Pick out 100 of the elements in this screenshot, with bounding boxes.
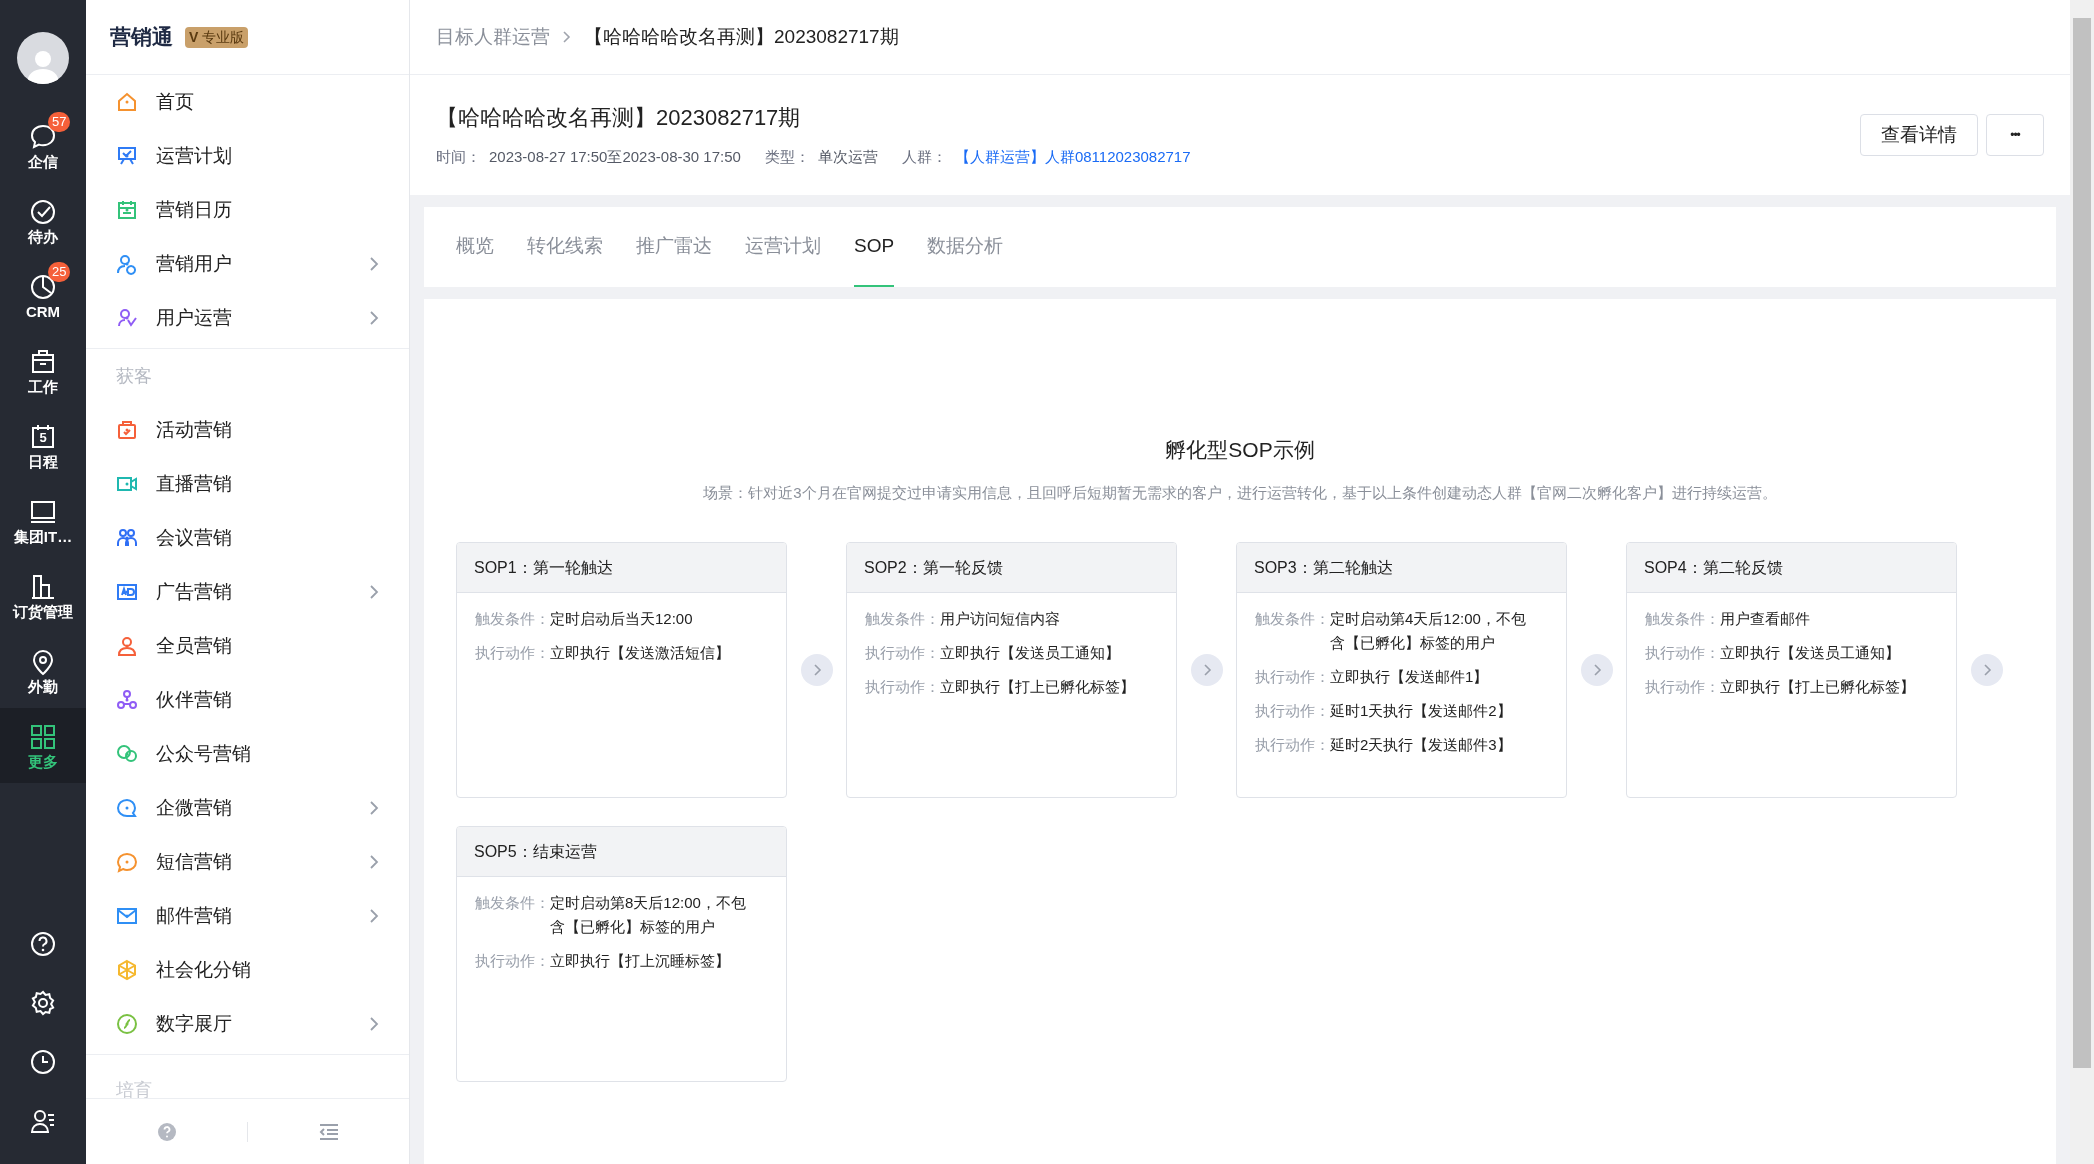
menu-item[interactable]: 伙伴营销 (86, 673, 409, 727)
calendar-icon (29, 422, 57, 451)
breadcrumb-current: 【哈哈哈哈改名再测】2023082717期 (584, 24, 899, 49)
rail-label: 外勤 (28, 678, 58, 694)
condition-value: 立即执行【打上已孵化标签】 (940, 677, 1136, 697)
rail-item[interactable]: 工作 (0, 333, 86, 408)
condition-value: 立即执行【发送激活短信】 (550, 643, 731, 663)
menu-item[interactable]: 会议营销 (86, 511, 409, 565)
more-button[interactable]: ••• (1986, 114, 2044, 156)
meta-label: 类型： (764, 147, 810, 168)
condition-label: 触发条件： (1255, 609, 1330, 629)
menu-item[interactable]: 公众号营销 (86, 727, 409, 781)
section-heading: 获客 (115, 364, 153, 388)
condition-value: 立即执行【发送员工通知】 (1720, 643, 1901, 663)
condition-label: 执行动作： (865, 677, 940, 697)
rail-item[interactable]: 订货管理 (0, 558, 86, 633)
sop-card-title: SOP5：结束运营 (457, 827, 786, 877)
condition-label: 执行动作： (475, 951, 550, 971)
condition-value: 用户查看邮件 (1720, 609, 1811, 629)
count-badge: 25 (48, 262, 71, 282)
condition-label: 执行动作： (1255, 701, 1330, 721)
briefcase-icon (29, 347, 57, 376)
condition-label: 执行动作： (1255, 735, 1330, 755)
edition-mark: V (189, 27, 199, 47)
calendar-day-number: 5 (38, 430, 48, 444)
chevron-right-icon (562, 30, 572, 44)
rail-label: 企信 (28, 153, 58, 169)
meta-label: 时间： (436, 147, 481, 168)
rail-item[interactable]: CRM 25 (0, 258, 86, 333)
view-details-button[interactable]: 查看详情 (1860, 114, 1978, 156)
next-step-icon (1190, 654, 1223, 686)
meta-value: 单次运营 (817, 147, 878, 168)
condition-label: 执行动作： (865, 643, 940, 663)
condition-value: 定时启动后当天12:00 (550, 609, 694, 629)
meta-label: 人群： (901, 147, 947, 168)
sop-card-title: SOP1：第一轮触达 (457, 543, 786, 593)
rail-item[interactable]: 集团IT… (0, 483, 86, 558)
menu-item[interactable]: 活动营销 (86, 403, 409, 457)
meta-value: 2023-08-27 17:50至2023-08-30 17:50 (489, 147, 741, 168)
rail-label: 日程 (28, 453, 58, 469)
rail-item[interactable]: 外勤 (0, 633, 86, 708)
rail-item[interactable]: 5 日程 (0, 408, 86, 483)
edition-label: 专业版 (202, 27, 245, 47)
check-circle-icon (29, 197, 57, 226)
sop-title: 孵化型SOP示例 (1165, 437, 1315, 463)
condition-value: 用户访问短信内容 (940, 609, 1061, 629)
condition-value: 定时启动第8天后12:00，不包含【已孵化】标签的用户 (550, 893, 747, 937)
condition-label: 执行动作： (1645, 677, 1720, 697)
condition-value: 立即执行【打上已孵化标签】 (1720, 677, 1916, 697)
rail-label: 工作 (28, 378, 58, 394)
settings-icon[interactable] (29, 988, 57, 1017)
condition-label: 触发条件： (1645, 609, 1720, 629)
tab[interactable]: SOP (854, 207, 895, 287)
menu-item[interactable]: 全员营销 (86, 619, 409, 673)
condition-label: 执行动作： (1255, 667, 1330, 687)
rail-label: 更多 (28, 753, 58, 769)
collapse-icon[interactable] (317, 1121, 340, 1142)
condition-value: 立即执行【发送邮件1】 (1330, 667, 1490, 687)
rail-label: CRM (25, 303, 61, 319)
rail-item[interactable]: 企信 57 (0, 108, 86, 183)
menu-item[interactable]: 社会化分销 (86, 943, 409, 997)
bar-chart-icon (29, 572, 57, 601)
menu-item[interactable]: 营销日历 (86, 183, 409, 237)
condition-value: 定时启动第4天后12:00，不包含【已孵化】标签的用户 (1330, 609, 1527, 653)
condition-value: 立即执行【发送员工通知】 (940, 643, 1121, 663)
condition-label: 触发条件： (475, 609, 550, 629)
rail-label: 订货管理 (13, 603, 73, 619)
rail-item[interactable]: 更多 (0, 708, 86, 783)
next-step-icon (1970, 654, 2003, 686)
condition-label: 触发条件： (865, 609, 940, 629)
menu-item[interactable]: 广告营销 (86, 565, 409, 619)
avatar[interactable] (17, 32, 69, 84)
help-icon[interactable] (29, 929, 57, 958)
page-title: 【哈哈哈哈改名再测】2023082717期 (436, 104, 802, 133)
clock-icon[interactable] (29, 1047, 57, 1076)
menu-item[interactable]: 首页 (86, 75, 409, 129)
menu-item[interactable]: 直播营销 (86, 457, 409, 511)
menu-item[interactable]: 数字展厅 (86, 997, 409, 1051)
menu-item[interactable]: 短信营销 (86, 835, 409, 889)
condition-label: 执行动作： (475, 643, 550, 663)
condition-label: 执行动作： (1645, 643, 1720, 663)
rail-label: 集团IT… (13, 528, 73, 544)
menu-item[interactable]: 企微营销 (86, 781, 409, 835)
sop-card-title: SOP4：第二轮反馈 (1627, 543, 1956, 593)
next-step-icon (1580, 654, 1613, 686)
condition-value: 立即执行【打上沉睡标签】 (550, 951, 731, 971)
audience-link[interactable]: 【人群运营】人群08112023082717 (954, 146, 1191, 169)
condition-value: 延时2天执行【发送邮件3】 (1330, 735, 1513, 755)
app-name: 营销通 (110, 24, 173, 51)
menu-item[interactable]: 营销用户 (86, 237, 409, 291)
scrollbar[interactable] (2070, 0, 2094, 1164)
next-step-icon (800, 654, 833, 686)
menu-item[interactable]: 用户运营 (86, 291, 409, 345)
rail-item[interactable]: 待办 (0, 183, 86, 258)
menu-item[interactable]: 运营计划 (86, 129, 409, 183)
count-badge: 57 (48, 112, 71, 132)
menu-item[interactable]: 邮件营销 (86, 889, 409, 943)
sop-card-title: SOP3：第二轮触达 (1237, 543, 1566, 593)
scenario-text: 场景：针对近3个月在官网提交过申请实用信息，且回呼后短期暂无需求的客户，进行运营转化，基于以上条件创建动态人群【官网二次孵化客户】进行持续运营。 (703, 482, 1777, 503)
condition-label: 触发条件： (475, 893, 550, 913)
